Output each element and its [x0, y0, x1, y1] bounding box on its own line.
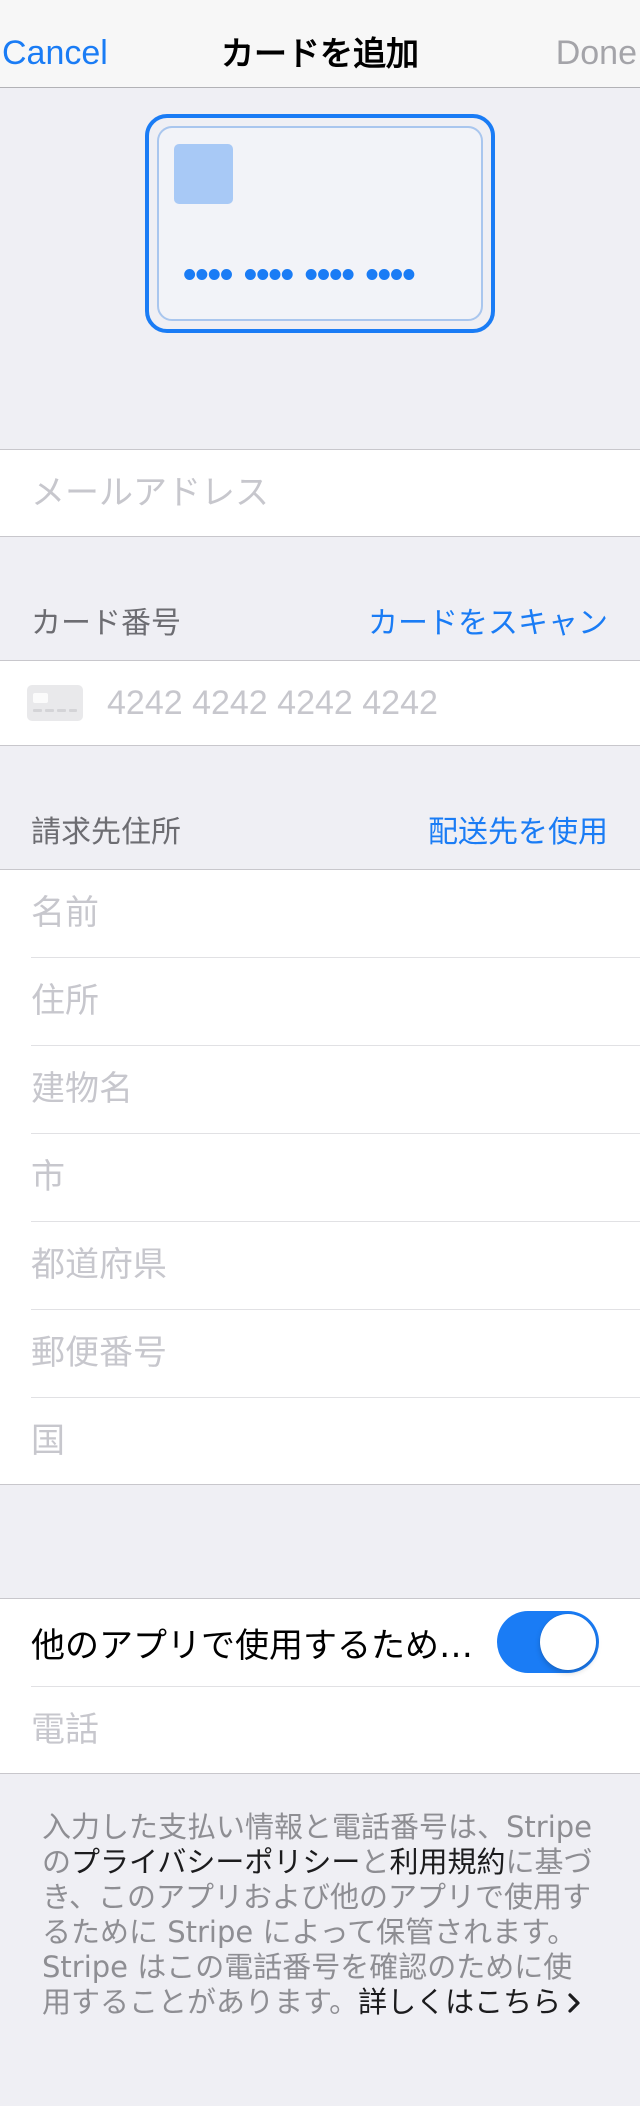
card-number-field[interactable] [107, 660, 620, 746]
card-number-header-label: カード番号 [31, 606, 181, 641]
billing-row-postal-code [0, 1309, 640, 1397]
city-field[interactable] [31, 1133, 620, 1221]
learn-more-link[interactable]: 詳しくはこちら [358, 1985, 581, 2019]
building-field[interactable] [31, 1045, 620, 1133]
use-shipping-address-button[interactable]: 配送先を使用 [428, 817, 608, 849]
card-preview-area: •••• •••• •••• •••• [0, 88, 640, 449]
phone-field[interactable] [31, 1686, 620, 1774]
billing-row-city [0, 1133, 640, 1221]
disclosure-text-part-2: と [360, 1845, 390, 1879]
billing-row-building [0, 1045, 640, 1133]
cancel-button[interactable]: Cancel [2, 20, 108, 87]
page-title: カードを追加 [221, 34, 419, 73]
done-button[interactable]: Done [556, 20, 637, 87]
card-number-row [0, 660, 640, 746]
terms-link[interactable]: 利用規約 [389, 1845, 505, 1879]
billing-address-section-header: 請求先住所 配送先を使用 [0, 746, 640, 869]
name-field[interactable] [31, 869, 620, 957]
card-preview-face: •••• •••• •••• •••• [157, 126, 483, 321]
chevron-right-icon [568, 1993, 580, 2013]
billing-row-name [0, 869, 640, 957]
save-for-other-apps-label: 他のアプリで使用するため… [31, 1625, 473, 1666]
learn-more-label: 詳しくはこちら [358, 1985, 562, 2019]
card-chip [174, 144, 233, 204]
toggle-knob [540, 1614, 596, 1670]
navigation-bar: Cancel カードを追加 Done [0, 0, 640, 88]
scan-card-button[interactable]: カードをスキャン [368, 608, 608, 640]
billing-address-header-label: 請求先住所 [31, 815, 181, 850]
billing-row-country [0, 1397, 640, 1485]
disclosure-text: 入力した支払い情報と電話番号は、Stripe のプライバシーポリシーと利用規約に… [0, 1774, 640, 2104]
phone-row [0, 1686, 640, 1774]
privacy-policy-link[interactable]: プライバシーポリシー [71, 1845, 360, 1879]
email-row [0, 449, 640, 537]
prefecture-field[interactable] [31, 1221, 620, 1309]
card-preview: •••• •••• •••• •••• [145, 114, 495, 333]
email-group [0, 449, 640, 537]
billing-row-prefecture [0, 1221, 640, 1309]
card-number-section-header: カード番号 カードをスキャン [0, 537, 640, 660]
billing-row-address [0, 957, 640, 1045]
save-info-group: 他のアプリで使用するため… [0, 1598, 640, 1774]
credit-card-icon [27, 685, 83, 721]
email-field[interactable] [31, 449, 620, 537]
save-for-other-apps-toggle[interactable] [497, 1611, 599, 1673]
country-field[interactable] [31, 1397, 620, 1485]
postal-code-field[interactable] [31, 1309, 620, 1397]
billing-address-group [0, 869, 640, 1485]
address-field[interactable] [31, 957, 620, 1045]
card-number-mask: •••• •••• •••• •••• [183, 254, 416, 296]
save-for-other-apps-row: 他のアプリで使用するため… [0, 1598, 640, 1686]
card-number-group [0, 660, 640, 746]
